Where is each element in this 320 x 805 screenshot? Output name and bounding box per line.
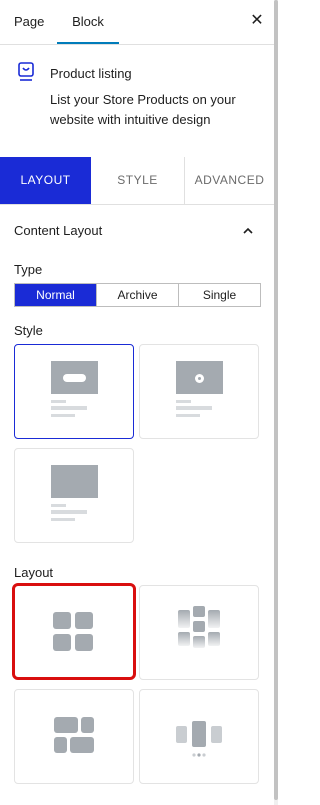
carousel-layout-icon <box>176 721 222 757</box>
tab-layout[interactable]: LAYOUT <box>0 157 91 204</box>
product-listing-icon <box>18 62 34 81</box>
style-preview-plain-image <box>51 465 98 521</box>
section-tabs: LAYOUT STYLE ADVANCED <box>0 157 274 205</box>
layout-option-masonry[interactable] <box>139 585 259 680</box>
chevron-up-icon <box>243 227 253 234</box>
style-label: Style <box>14 323 43 338</box>
type-label: Type <box>14 262 43 277</box>
scrollbar-thumb[interactable] <box>274 0 278 800</box>
type-selector: Normal Archive Single <box>14 283 261 307</box>
layout-label: Layout <box>14 565 54 580</box>
type-option-normal[interactable]: Normal <box>15 284 97 306</box>
style-option-1[interactable] <box>14 344 134 439</box>
block-description: List your Store Products on your website… <box>50 92 236 127</box>
inspector-tabs: Page Block ✕ <box>0 0 274 45</box>
style-option-3[interactable] <box>14 448 134 543</box>
type-option-single[interactable]: Single <box>179 284 260 306</box>
masonry-layout-icon <box>178 606 220 648</box>
style-preview-button-image <box>51 361 98 417</box>
block-title: Product listing <box>50 66 132 81</box>
block-card: Product listing List your Store Products… <box>0 45 274 145</box>
grid-layout-icon <box>53 612 93 651</box>
style-preview-cart-image <box>176 361 223 417</box>
panel-title: Content Layout <box>14 223 103 238</box>
layout-option-carousel[interactable] <box>139 689 259 784</box>
scrollbar-track[interactable] <box>274 0 278 805</box>
tab-page[interactable]: Page <box>14 0 44 44</box>
tab-block[interactable]: Block <box>57 0 119 44</box>
layout-option-grid[interactable] <box>12 583 136 680</box>
content-layout-panel-toggle[interactable]: Content Layout <box>0 205 274 255</box>
list-layout-icon <box>54 717 94 753</box>
type-option-archive[interactable]: Archive <box>97 284 179 306</box>
close-icon[interactable]: ✕ <box>246 10 268 32</box>
active-tab-indicator <box>57 42 119 44</box>
tab-advanced[interactable]: ADVANCED <box>185 157 274 204</box>
tab-style[interactable]: STYLE <box>91 157 185 204</box>
layout-option-list[interactable] <box>14 689 134 784</box>
style-option-2[interactable] <box>139 344 259 439</box>
